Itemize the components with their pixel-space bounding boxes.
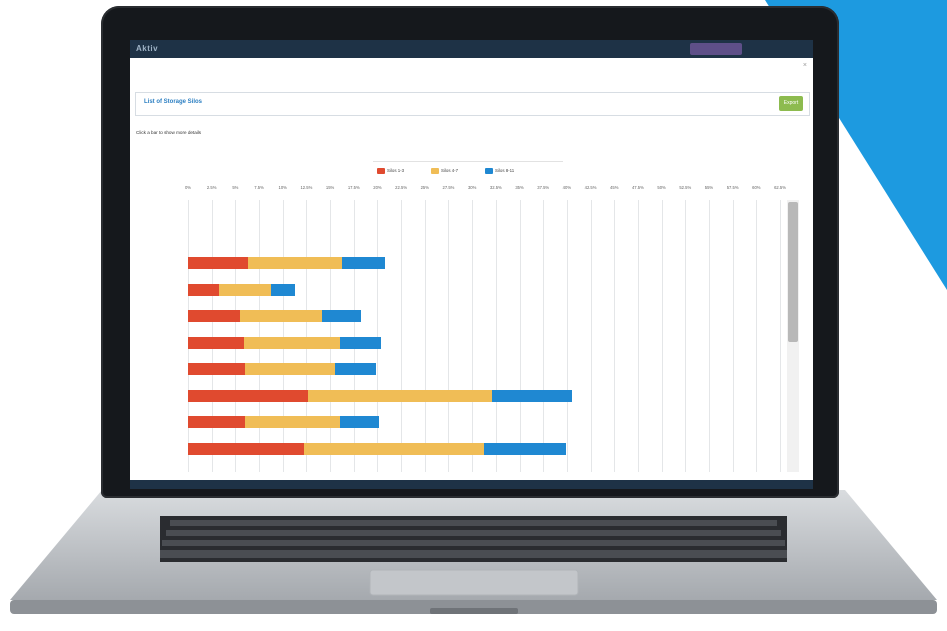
title-row: List of Storage Silos Export: [135, 92, 810, 116]
gridline: [708, 200, 710, 472]
gridline: [732, 200, 734, 472]
bar-segment-3[interactable]: [342, 257, 385, 269]
bar-segment-1[interactable]: [188, 283, 220, 296]
gridline: [519, 200, 521, 472]
x-tick-label: 5%: [232, 185, 239, 190]
page-title: List of Storage Silos: [144, 99, 203, 105]
app-window: Aktiv × List of Storage Silos Export Cli…: [130, 40, 813, 489]
gridline: [472, 200, 474, 472]
bar-segment-2[interactable]: [247, 257, 343, 269]
x-tick-label: 0%: [184, 185, 192, 190]
bar-segment-3[interactable]: [321, 310, 362, 322]
bar-segment-2[interactable]: [244, 416, 341, 428]
bar-segment-3[interactable]: [484, 442, 566, 455]
x-tick-label: 17.5%: [347, 185, 360, 190]
gridline: [614, 200, 616, 472]
bar-segment-3[interactable]: [339, 336, 382, 349]
bar-segment-2[interactable]: [308, 389, 493, 402]
gridline: [685, 200, 687, 472]
x-tick-label: 30%: [467, 185, 477, 190]
x-tick-label: 37.5%: [537, 185, 550, 190]
bar-segment-3[interactable]: [492, 389, 572, 402]
legend-swatch: [377, 167, 385, 174]
bar-segment-1[interactable]: [188, 416, 245, 428]
app-logo[interactable]: Aktiv: [136, 44, 158, 53]
x-tick-label: 40%: [562, 185, 572, 190]
legend-label: Silos 4-7: [441, 168, 459, 173]
legend-label: Silos 1-3: [387, 168, 405, 173]
x-tick-label: 57.5%: [726, 185, 739, 190]
gridline: [661, 200, 663, 472]
bar-segment-2[interactable]: [244, 363, 335, 375]
nav-item-active[interactable]: [690, 43, 742, 55]
laptop-keyboard-deck: [10, 490, 937, 614]
x-tick-label: 2.5%: [206, 185, 217, 190]
gridline: [495, 200, 497, 472]
gridline: [543, 200, 545, 472]
bar-segment-1[interactable]: [188, 336, 244, 349]
legend-item-3[interactable]: Silos 8-11: [485, 166, 514, 176]
close-icon[interactable]: ×: [803, 62, 807, 69]
gridline: [448, 200, 450, 472]
legend-label: Silos 8-11: [495, 168, 515, 173]
bar-segment-1[interactable]: [188, 442, 304, 455]
x-tick-label: 15%: [325, 185, 335, 190]
bar-segment-3[interactable]: [340, 416, 380, 428]
bar-segment-1[interactable]: [188, 389, 309, 402]
bar-segment-1[interactable]: [188, 363, 245, 375]
x-tick-label: 55%: [704, 185, 714, 190]
bar-segment-2[interactable]: [243, 336, 340, 349]
x-tick-label: 47.5%: [631, 185, 644, 190]
gridline: [590, 200, 592, 472]
chart-scrollbar[interactable]: [787, 200, 799, 472]
x-tick-label: 22.5%: [395, 185, 408, 190]
x-tick-label: 32.5%: [489, 185, 502, 190]
legend-item-2[interactable]: Silos 4-7: [431, 166, 458, 176]
app-topbar: Aktiv: [130, 40, 813, 58]
gridline: [566, 200, 568, 472]
gridline: [756, 200, 758, 472]
status-bar: [130, 480, 813, 489]
bar-segment-2[interactable]: [303, 442, 485, 455]
bar-segment-2[interactable]: [240, 310, 322, 322]
bar-segment-2[interactable]: [219, 283, 272, 296]
x-tick-label: 62.5%: [774, 185, 786, 190]
x-tick-label: 12.5%: [300, 185, 313, 190]
bar-segment-1[interactable]: [188, 257, 248, 269]
x-tick-label: 20%: [373, 185, 382, 190]
scrollbar-thumb[interactable]: [788, 202, 798, 342]
legend-swatch: [485, 167, 493, 174]
gridline: [424, 200, 426, 472]
stacked-bar-chart: 0% 2.5% 5% 7.5% 10% 12.5% 15% 17.5% 20% 22.5% 25% 2…: [130, 180, 813, 480]
chart-hint-text: Click a bar to show more details: [136, 130, 202, 135]
x-tick-label: 25%: [420, 185, 429, 190]
legend-divider: [373, 149, 563, 162]
gridline: [401, 200, 403, 472]
x-tick-label: 50%: [657, 185, 666, 190]
x-tick-label: 52.5%: [679, 185, 692, 190]
bar-segment-3[interactable]: [271, 283, 296, 296]
legend-item-1[interactable]: Silos 1-3: [377, 166, 404, 176]
bar-segment-1[interactable]: [188, 310, 241, 322]
x-tick-label: 7.5%: [254, 185, 264, 190]
export-button[interactable]: Export: [779, 96, 803, 111]
x-tick-label: 42.5%: [584, 185, 597, 190]
x-tick-label: 35%: [515, 185, 524, 190]
gridline: [637, 200, 639, 472]
x-tick-label: 27.5%: [442, 185, 455, 190]
gridline: [780, 200, 781, 472]
x-tick-label: 10%: [278, 185, 287, 190]
chart-legend: Silos 1-3 Silos 4-7 Silos 8-11: [373, 149, 563, 179]
bar-segment-3[interactable]: [334, 363, 377, 375]
x-tick-label: 45%: [610, 185, 619, 190]
x-tick-label: 60%: [752, 185, 761, 190]
legend-swatch: [431, 167, 439, 174]
